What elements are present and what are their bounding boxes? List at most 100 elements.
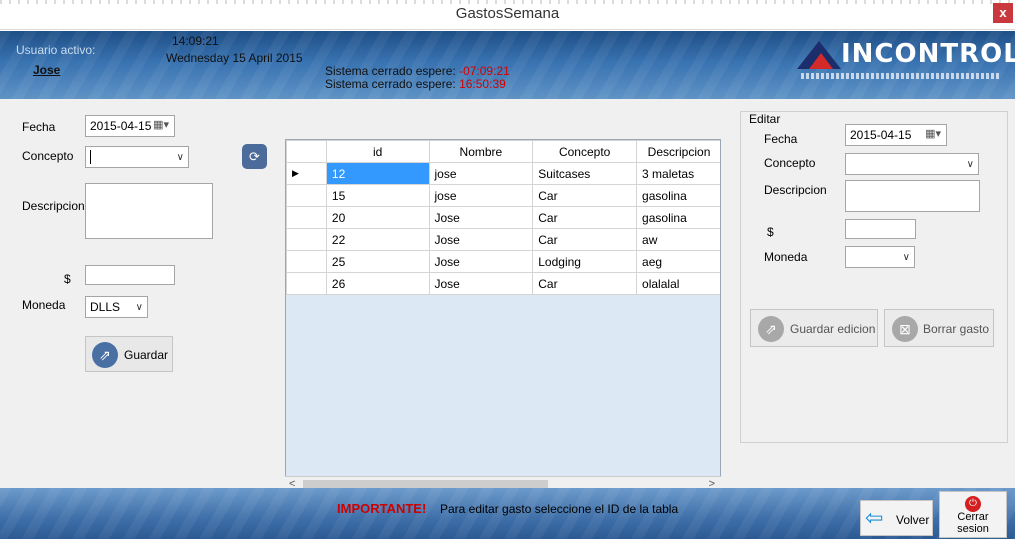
cell-id[interactable]: 12 [325, 162, 430, 185]
cell-descripcion[interactable]: gasolina [636, 184, 720, 207]
row-selector[interactable] [286, 206, 327, 229]
edit-monto-input[interactable] [845, 219, 916, 239]
edit-descripcion-input[interactable] [845, 180, 980, 212]
cell-id[interactable]: 22 [325, 228, 430, 251]
monto-input[interactable] [85, 265, 175, 285]
column-header-id[interactable]: id [325, 140, 430, 163]
edit-moneda-select[interactable]: ∨ [845, 246, 915, 268]
cell-descripcion[interactable]: gasolina [636, 206, 720, 229]
edit-concepto-select[interactable]: ∨ [845, 153, 979, 175]
row-selector[interactable] [286, 228, 327, 251]
cerrar-sesion-label-1: Cerrar [957, 511, 989, 523]
descripcion-label: Descripcion [22, 199, 85, 213]
cell-nombre[interactable]: jose [428, 184, 534, 207]
volver-label: Volver [896, 513, 930, 527]
row-selector-icon[interactable]: ▶ [286, 162, 327, 185]
user-label: Usuario activo: [16, 43, 96, 57]
table-row[interactable]: 22 Jose Car aw [286, 228, 720, 251]
calendar-icon[interactable]: ▦▾ [153, 118, 169, 131]
delete-icon: ⊠ [892, 316, 918, 342]
edit-fecha-date-picker[interactable]: 2015-04-15 ▦▾ [845, 124, 947, 146]
cell-descripcion[interactable]: olalalal [636, 272, 720, 295]
window-titlebar: GastosSemana x [0, 0, 1015, 30]
cell-id[interactable]: 25 [325, 250, 430, 273]
cell-concepto[interactable]: Suitcases [532, 162, 638, 185]
cell-id[interactable]: 15 [325, 184, 430, 207]
borrar-gasto-label: Borrar gasto [923, 322, 990, 336]
power-icon: ⏻ [965, 496, 981, 512]
cell-nombre[interactable]: Jose [428, 228, 534, 251]
column-header-concepto[interactable]: Concepto [532, 140, 638, 163]
chevron-down-icon[interactable]: ∨ [967, 159, 974, 170]
cell-concepto[interactable]: Car [532, 184, 638, 207]
guardar-button[interactable]: ⇗ Guardar [85, 336, 173, 372]
guardar-edicion-button[interactable]: ⇗ Guardar edicion [750, 309, 878, 347]
edit-descripcion-label: Descripcion [764, 183, 827, 197]
borrar-gasto-button[interactable]: ⊠ Borrar gasto [884, 309, 994, 347]
volver-button[interactable]: ⇦ Volver [860, 500, 933, 536]
cerrar-sesion-button[interactable]: ⏻ Cerrar sesion [939, 491, 1007, 538]
cell-id[interactable]: 26 [325, 272, 430, 295]
moneda-select[interactable]: DLLS ∨ [85, 296, 148, 318]
calendar-icon[interactable]: ▦▾ [925, 127, 941, 140]
logo-inner-triangle-icon [809, 53, 833, 69]
cell-concepto[interactable]: Car [532, 206, 638, 229]
table-row[interactable]: 20 Jose Car gasolina [286, 206, 720, 229]
cell-descripcion[interactable]: aw [636, 228, 720, 251]
monto-label: $ [64, 272, 71, 286]
edit-fecha-label: Fecha [764, 132, 798, 146]
cell-id[interactable]: 20 [325, 206, 430, 229]
table-row[interactable]: 25 Jose Lodging aeg [286, 250, 720, 273]
cell-nombre[interactable]: Jose [428, 206, 534, 229]
important-label: IMPORTANTE! [337, 501, 427, 516]
cerrar-sesion-label-2: sesion [957, 523, 989, 535]
cell-concepto[interactable]: Car [532, 228, 638, 251]
row-selector[interactable] [286, 272, 327, 295]
gastos-grid[interactable]: id Nombre Concepto Descripcion ▶ 12 jose… [285, 139, 721, 499]
chevron-down-icon[interactable]: ∨ [903, 252, 910, 263]
cell-nombre[interactable]: Jose [428, 250, 534, 273]
close-icon[interactable]: x [993, 3, 1013, 23]
fecha-value: 2015-04-15 [90, 119, 152, 133]
cell-descripcion[interactable]: 3 maletas [636, 162, 720, 185]
concepto-select[interactable]: ∨ [85, 146, 189, 168]
table-row[interactable]: 15 jose Car gasolina [286, 184, 720, 207]
system-status-2-value: 16:50:39 [459, 77, 506, 91]
table-row[interactable]: ▶ 12 jose Suitcases 3 maletas [286, 162, 720, 185]
cell-nombre[interactable]: Jose [428, 272, 534, 295]
edit-moneda-label: Moneda [764, 250, 808, 264]
system-status-2: Sistema cerrado espere: 16:50:39 [325, 77, 506, 91]
cell-nombre[interactable]: jose [428, 162, 534, 185]
system-status-1-label: Sistema cerrado espere: [325, 64, 456, 78]
edit-monto-label: $ [767, 225, 774, 239]
descripcion-textarea[interactable] [85, 183, 213, 239]
cell-descripcion[interactable]: aeg [636, 250, 720, 273]
system-status-1: Sistema cerrado espere: -07:09:21 [325, 64, 510, 78]
share-icon: ⇗ [758, 316, 784, 342]
cell-concepto[interactable]: Lodging [532, 250, 638, 273]
system-status-1-value: -07:09:21 [459, 64, 510, 78]
row-selector[interactable] [286, 184, 327, 207]
moneda-value: DLLS [90, 300, 121, 314]
logo-tagline [801, 73, 1001, 79]
refresh-icon[interactable]: ⟳ [242, 144, 267, 169]
column-header-nombre[interactable]: Nombre [428, 140, 534, 163]
chevron-down-icon[interactable]: ∨ [136, 302, 143, 313]
clock-time: 14:09:21 [172, 34, 219, 48]
footer-bar: IMPORTANTE! Para editar gasto seleccione… [0, 488, 1015, 539]
cell-concepto[interactable]: Car [532, 272, 638, 295]
chevron-down-icon[interactable]: ∨ [177, 152, 184, 163]
fecha-date-picker[interactable]: 2015-04-15 ▦▾ [85, 115, 175, 137]
table-header-row: id Nombre Concepto Descripcion [286, 140, 720, 163]
guardar-edicion-label: Guardar edicion [790, 322, 876, 336]
concepto-label: Concepto [22, 149, 74, 163]
row-selector[interactable] [286, 250, 327, 273]
gastos-table: id Nombre Concepto Descripcion ▶ 12 jose… [286, 140, 720, 295]
column-header-descripcion[interactable]: Descripcion [636, 140, 720, 163]
user-name: Jose [33, 63, 61, 77]
text-caret [90, 150, 91, 164]
main-content: Fecha 2015-04-15 ▦▾ Concepto ∨ Descripci… [0, 99, 1015, 499]
table-row[interactable]: 26 Jose Car olalalal [286, 272, 720, 295]
incontrol-logo: INCONTROL [797, 39, 1015, 84]
window-title: GastosSemana [455, 5, 560, 22]
